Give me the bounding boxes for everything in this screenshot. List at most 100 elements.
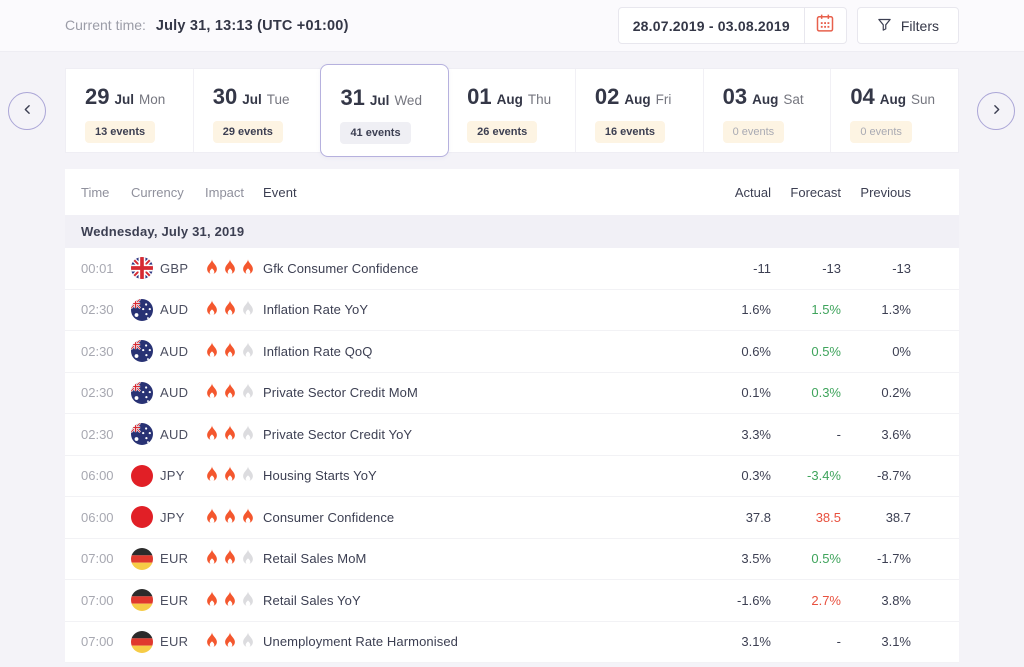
flame-icon	[241, 300, 255, 319]
event-row[interactable]: 07:00EURUnemployment Rate Harmonised3.1%…	[65, 622, 959, 664]
currency-code: JPY	[160, 468, 185, 483]
impact-rating	[205, 591, 263, 610]
event-row[interactable]: 06:00JPYConsumer Confidence37.838.538.7	[65, 497, 959, 539]
filters-button[interactable]: Filters	[857, 7, 959, 44]
day-number: 30	[213, 84, 237, 110]
day-tab-title: 31JulWed	[340, 85, 448, 111]
flame-icon	[223, 259, 237, 278]
forecast-value: -3.4%	[771, 468, 841, 483]
aud-flag-icon	[131, 382, 153, 404]
event-row[interactable]: 07:00EURRetail Sales YoY-1.6%2.7%3.8%	[65, 580, 959, 622]
eur-flag-icon	[131, 631, 153, 653]
aud-flag-icon	[131, 340, 153, 362]
previous-value: 3.1%	[841, 634, 911, 649]
event-time: 02:30	[81, 344, 131, 359]
day-tab-29-jul[interactable]: 29JulMon13 events	[66, 69, 194, 152]
event-row[interactable]: 07:00EURRetail Sales MoM3.5%0.5%-1.7%	[65, 539, 959, 581]
previous-value: -1.7%	[841, 551, 911, 566]
calendar-icon	[815, 13, 835, 38]
event-currency: AUD	[131, 382, 205, 404]
event-row[interactable]: 00:01GBPGfk Consumer Confidence-11-13-13	[65, 248, 959, 290]
flame-icon	[223, 591, 237, 610]
event-row[interactable]: 06:00JPYHousing Starts YoY0.3%-3.4%-8.7%	[65, 456, 959, 498]
next-week-button[interactable]	[977, 92, 1015, 130]
day-tab-01-aug[interactable]: 01AugThu26 events	[448, 69, 576, 152]
event-time: 06:00	[81, 510, 131, 525]
actual-value: 3.1%	[701, 634, 771, 649]
event-currency: JPY	[131, 465, 205, 487]
event-name: Inflation Rate QoQ	[263, 344, 701, 359]
day-month: Jul	[242, 92, 262, 107]
event-name: Private Sector Credit MoM	[263, 385, 701, 400]
day-weekday: Fri	[656, 92, 672, 107]
event-row[interactable]: 02:30AUDInflation Rate YoY1.6%1.5%1.3%	[65, 290, 959, 332]
actual-value: 1.6%	[701, 302, 771, 317]
impact-rating	[205, 342, 263, 361]
day-weekday: Tue	[267, 92, 290, 107]
forecast-value: -	[771, 427, 841, 442]
flame-icon	[205, 342, 219, 361]
impact-rating	[205, 383, 263, 402]
current-time-value: July 31, 13:13 (UTC +01:00)	[156, 18, 349, 34]
previous-value: 1.3%	[841, 302, 911, 317]
events-count-badge: 41 events	[340, 122, 410, 144]
day-weekday: Wed	[394, 93, 422, 108]
day-carousel: 29JulMon13 events30JulTue29 events31JulW…	[0, 52, 1024, 153]
day-tab-title: 29JulMon	[85, 84, 193, 110]
forecast-value: 1.5%	[771, 302, 841, 317]
event-row[interactable]: 02:30AUDPrivate Sector Credit MoM0.1%0.3…	[65, 373, 959, 415]
flame-icon	[205, 508, 219, 527]
day-number: 02	[595, 84, 619, 110]
flame-icon	[241, 632, 255, 651]
day-number: 01	[467, 84, 491, 110]
day-weekday: Thu	[528, 92, 551, 107]
event-currency: AUD	[131, 423, 205, 445]
event-time: 07:00	[81, 551, 131, 566]
forecast-value: -	[771, 634, 841, 649]
chevron-right-icon	[990, 103, 1003, 119]
forecast-value: 2.7%	[771, 593, 841, 608]
event-currency: EUR	[131, 548, 205, 570]
day-tab-03-aug[interactable]: 03AugSat0 events	[704, 69, 832, 152]
flame-icon	[223, 466, 237, 485]
event-name: Housing Starts YoY	[263, 468, 701, 483]
calendar-picker-button[interactable]	[804, 8, 846, 43]
flame-icon	[223, 508, 237, 527]
previous-value: 0.2%	[841, 385, 911, 400]
day-tab-02-aug[interactable]: 02AugFri 16 events	[576, 69, 704, 152]
event-row[interactable]: 02:30AUDInflation Rate QoQ0.6%0.5%0%	[65, 331, 959, 373]
day-month: Aug	[880, 92, 906, 107]
flame-icon	[205, 591, 219, 610]
flame-icon	[205, 425, 219, 444]
actual-value: -1.6%	[701, 593, 771, 608]
day-tab-04-aug[interactable]: 04AugSun0 events	[831, 69, 958, 152]
day-weekday: Sun	[911, 92, 935, 107]
day-tab-title: 02AugFri	[595, 84, 703, 110]
flame-icon	[205, 259, 219, 278]
flame-icon	[241, 508, 255, 527]
actual-value: -11	[701, 261, 771, 276]
events-count-badge: 16 events	[595, 121, 665, 143]
day-tab-31-jul-selected[interactable]: 31JulWed 41 events	[320, 64, 449, 157]
event-name: Unemployment Rate Harmonised	[263, 634, 701, 649]
previous-value: 3.8%	[841, 593, 911, 608]
topbar-actions: 28.07.2019 - 03.08.2019	[618, 7, 959, 44]
event-row[interactable]: 02:30AUDPrivate Sector Credit YoY3.3%-3.…	[65, 414, 959, 456]
flame-icon	[223, 425, 237, 444]
day-tab-30-jul[interactable]: 30JulTue29 events	[194, 69, 322, 152]
previous-week-button[interactable]	[8, 92, 46, 130]
actual-value: 0.6%	[701, 344, 771, 359]
forecast-value: -13	[771, 261, 841, 276]
day-weekday: Sat	[783, 92, 803, 107]
flame-icon	[241, 342, 255, 361]
event-currency: JPY	[131, 506, 205, 528]
day-weekday: Mon	[139, 92, 165, 107]
flame-icon	[223, 632, 237, 651]
date-range-button[interactable]: 28.07.2019 - 03.08.2019	[618, 7, 847, 44]
previous-value: 0%	[841, 344, 911, 359]
jpy-flag-icon	[131, 506, 153, 528]
event-currency: AUD	[131, 340, 205, 362]
day-number: 31	[340, 85, 364, 111]
impact-rating	[205, 466, 263, 485]
event-name: Inflation Rate YoY	[263, 302, 701, 317]
